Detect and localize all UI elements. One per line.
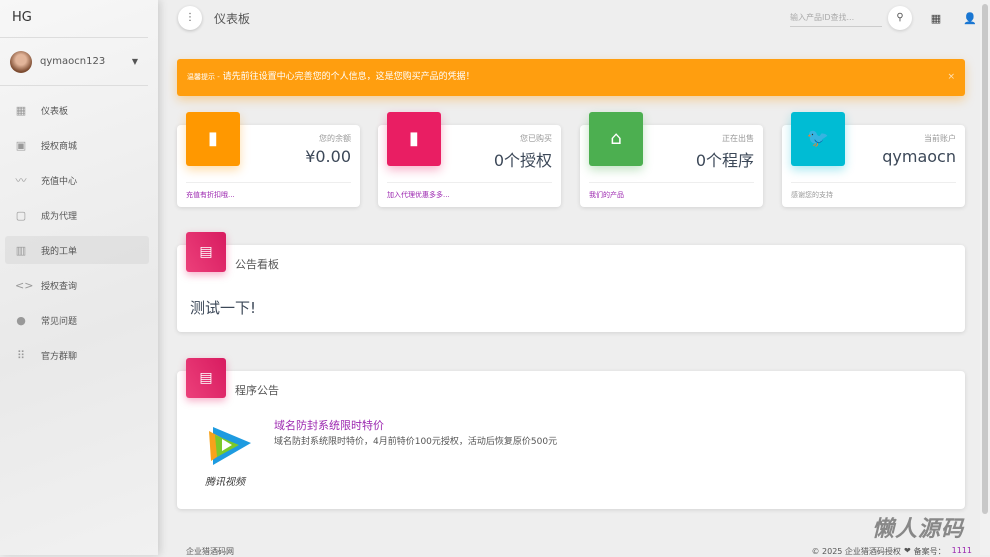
clipboard-icon: ▤ xyxy=(186,358,226,398)
shopping-bag-icon: ▣ xyxy=(15,138,27,152)
program-name[interactable]: 域名防封系统限时特价 xyxy=(274,417,384,433)
icp-link[interactable]: 1111 xyxy=(952,546,972,557)
program-announcements: ▤ 程序公告 腾讯视频 域名防封系统限时特价 域名防封系统限时特价，4月前特价1… xyxy=(177,358,965,509)
alert-banner: 温馨提示 - 请先前往设置中心完善您的个人信息，这是您购买产品的凭据！ × xyxy=(177,59,965,96)
apps-grid-icon: ⠿ xyxy=(16,348,26,362)
sidebar-item[interactable]: ▣ 授权商城 xyxy=(5,131,149,159)
stat-card: ▮ 您已购买 0个授权 加入代理优惠多多... xyxy=(378,112,561,207)
sidebar-item-label: 我的工单 xyxy=(41,246,78,257)
stat-value: 0个程序 xyxy=(695,151,754,170)
alert-prefix: 温馨提示 - xyxy=(187,73,220,81)
bar-chart-icon: ▮ xyxy=(186,112,240,166)
store-icon: ⌂ xyxy=(589,112,643,166)
logo-text: 腾讯视频 xyxy=(205,477,245,488)
stat-footer: 感谢您的支持 xyxy=(791,182,956,200)
sidebar-item[interactable]: ● 常见问题 xyxy=(5,306,149,334)
notice-content: 测试一下! xyxy=(190,299,257,317)
location-pin-icon: ● xyxy=(16,313,26,327)
heart-icon: ❤ xyxy=(903,546,911,555)
sidebar-item[interactable]: ▢ 成为代理 xyxy=(5,201,149,229)
sidebar-item-label: 充值中心 xyxy=(41,176,78,187)
sidebar: HG qymaocn123 ▼ ▦ 仪表板 ▣ 授权商城〰 充值中心 ▢ 成为代理 ▥ 我的工单… xyxy=(0,0,158,555)
close-icon[interactable]: × xyxy=(947,59,955,96)
caret-down-icon: ▼ xyxy=(131,57,138,66)
program-desc: 域名防封系统限时特价，4月前特价100元授权，活动后恢复原价500元 xyxy=(274,437,558,447)
stat-footer[interactable]: 加入代理优惠多多... xyxy=(387,182,552,200)
sidebar-item-label: 常见问题 xyxy=(41,316,78,327)
sidebar-item-label: 成为代理 xyxy=(41,211,78,222)
stat-footer[interactable]: 充值有折扣哦... xyxy=(186,182,351,200)
dashboard-icon: ▦ xyxy=(15,103,27,117)
stat-category: 您已购买 xyxy=(520,134,552,143)
stat-category: 正在出售 xyxy=(722,134,754,143)
footer: 企业猎酒码网 © 2025 企业猎酒码授权 ❤ 备案号： 1111 xyxy=(186,546,972,557)
sidebar-item[interactable]: ⠿ 官方群聊 xyxy=(5,341,149,369)
program-item[interactable]: 腾讯视频 域名防封系统限时特价 域名防封系统限时特价，4月前特价100元授权，活… xyxy=(205,416,955,488)
user-menu[interactable]: qymaocn123 ▼ xyxy=(0,38,148,86)
stat-card: ⌂ 正在出售 0个程序 我们的产品 xyxy=(580,112,763,207)
stat-value: ¥0.00 xyxy=(305,147,351,166)
stat-value: 0个授权 xyxy=(493,151,552,170)
username: qymaocn123 xyxy=(40,56,106,67)
user-icon[interactable]: 👤 xyxy=(960,12,980,25)
sidebar-item[interactable]: <> 授权查询 xyxy=(5,271,149,299)
clipboard-icon: ▤ xyxy=(186,232,226,272)
stat-value: qymaocn xyxy=(882,147,956,166)
topbar: ⋮ 仪表板 输入产品ID查找... ⚲ ▦ 👤 xyxy=(158,0,980,36)
sidebar-item-label: 授权商城 xyxy=(41,141,78,152)
avatar xyxy=(10,50,32,73)
search-button[interactable]: ⚲ xyxy=(888,6,912,30)
notice-title: 公告看板 xyxy=(235,258,279,271)
building-icon: ▥ xyxy=(15,243,27,257)
watermark: 懒人源码 xyxy=(871,517,964,542)
icp-label: 备案号： xyxy=(913,547,946,556)
stat-card: 🐦 当前账户 qymaocn 感谢您的支持 xyxy=(782,112,965,207)
footer-link[interactable]: 企业猎酒码网 xyxy=(186,546,234,557)
clipboard-icon: ▢ xyxy=(15,208,27,222)
stat-category: 当前账户 xyxy=(924,134,956,143)
logo[interactable]: HG xyxy=(0,0,148,38)
bar-chart-icon: ▮ xyxy=(387,112,441,166)
dashboard-icon[interactable]: ▦ xyxy=(926,12,946,25)
notice-board: ▤ 公告看板 测试一下! xyxy=(177,232,965,332)
program-logo: 腾讯视频 xyxy=(205,421,261,488)
stat-card: ▮ 您的余额 ¥0.00 充值有折扣哦... xyxy=(177,112,360,207)
alert-message: 请先前往设置中心完善您的个人信息，这是您购买产品的凭据！ xyxy=(219,72,475,82)
code-icon: <> xyxy=(15,278,34,292)
trending-icon: 〰 xyxy=(15,174,27,187)
programs-title: 程序公告 xyxy=(235,384,279,397)
sidebar-item-label: 仪表板 xyxy=(41,106,69,117)
sidebar-item[interactable]: ▦ 仪表板 xyxy=(5,96,149,124)
search-input[interactable]: 输入产品ID查找... xyxy=(790,9,882,27)
copyright: © 2025 企业猎酒码授权 xyxy=(811,547,901,556)
sidebar-item[interactable]: 〰 充值中心 xyxy=(5,166,149,194)
more-menu-button[interactable]: ⋮ xyxy=(178,6,202,30)
page-title: 仪表板 xyxy=(214,11,251,26)
sidebar-item-label: 官方群聊 xyxy=(41,351,78,362)
scrollbar[interactable] xyxy=(980,0,990,555)
stat-category: 您的余额 xyxy=(319,134,351,143)
twitter-icon: 🐦 xyxy=(791,112,845,166)
sidebar-item[interactable]: ▥ 我的工单 xyxy=(5,236,149,264)
sidebar-item-label: 授权查询 xyxy=(41,281,78,292)
stat-footer[interactable]: 我们的产品 xyxy=(589,182,754,200)
